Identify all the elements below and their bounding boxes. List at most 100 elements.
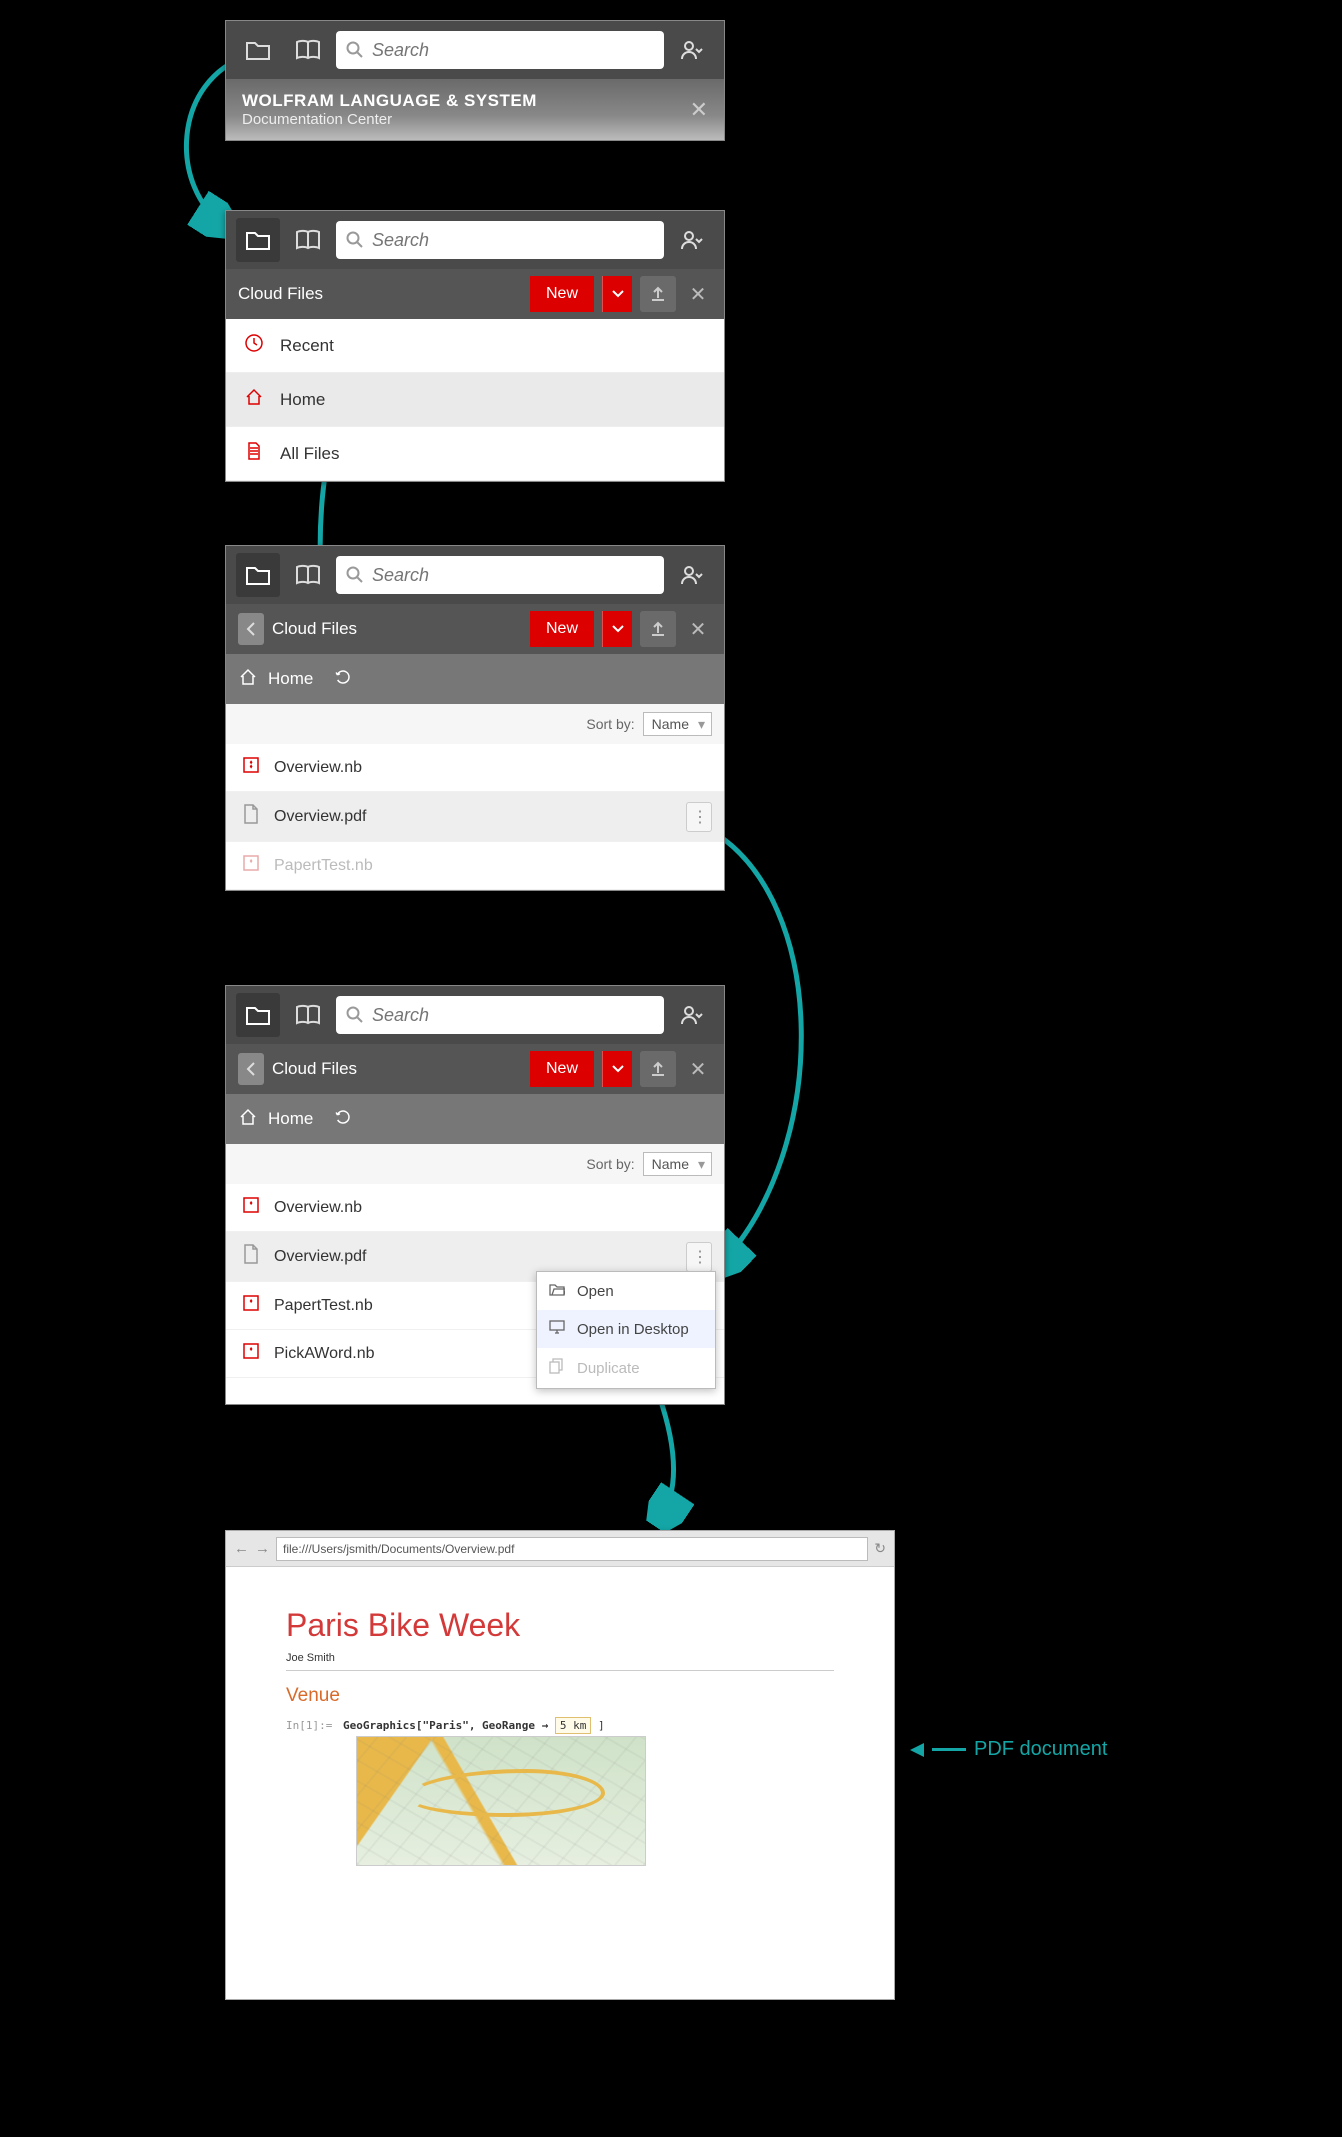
sort-bar: Sort by: Name xyxy=(226,1144,724,1184)
ctx-duplicate[interactable]: Duplicate xyxy=(537,1348,715,1388)
nav-recent[interactable]: Recent xyxy=(226,319,724,373)
upload-icon[interactable] xyxy=(640,1051,676,1087)
refresh-icon[interactable] xyxy=(333,667,353,692)
back-button[interactable] xyxy=(238,613,264,645)
file-icon xyxy=(242,1244,262,1269)
ctx-label: Open in Desktop xyxy=(577,1321,689,1338)
file-name: Overview.nb xyxy=(274,1199,362,1217)
folder-icon[interactable] xyxy=(236,218,280,262)
file-name: PapertTest.nb xyxy=(274,857,373,875)
file-row[interactable]: PapertTest.nb xyxy=(226,842,724,890)
cloud-files-header: Cloud Files New ✕ xyxy=(226,269,724,319)
search-icon xyxy=(346,1006,364,1024)
back-label[interactable]: Cloud Files xyxy=(272,1059,357,1079)
new-button[interactable]: New xyxy=(530,1051,594,1087)
folder-icon[interactable] xyxy=(236,993,280,1037)
url-text: file:///Users/jsmith/Documents/Overview.… xyxy=(283,1542,514,1556)
map-image xyxy=(356,1736,646,1866)
toolbar xyxy=(226,546,724,604)
nav-home[interactable]: Home xyxy=(226,373,724,427)
search-icon xyxy=(346,566,364,584)
ctx-open[interactable]: Open xyxy=(537,1272,715,1310)
refresh-icon[interactable]: ↻ xyxy=(874,1540,886,1557)
ctx-open-desktop[interactable]: Open in Desktop xyxy=(537,1310,715,1348)
search-input[interactable] xyxy=(372,565,654,586)
nav-label: Home xyxy=(280,390,325,410)
close-icon[interactable]: ✕ xyxy=(684,617,712,642)
home-icon xyxy=(238,1107,258,1132)
toolbar xyxy=(226,986,724,1044)
close-icon[interactable]: ✕ xyxy=(684,1057,712,1082)
doc-subtitle: Documentation Center xyxy=(242,111,708,128)
pdf-code-line: In[1]:= GeoGraphics["Paris", GeoRange → … xyxy=(286,1719,834,1732)
user-icon[interactable] xyxy=(670,553,714,597)
file-row[interactable]: Overview.nb xyxy=(226,744,724,792)
nav-all-files[interactable]: All Files xyxy=(226,427,724,481)
new-dropdown-icon[interactable] xyxy=(602,611,632,647)
notebook-icon xyxy=(242,1342,262,1365)
file-row[interactable]: Overview.nb xyxy=(226,1184,724,1232)
new-dropdown-icon[interactable] xyxy=(602,1051,632,1087)
search-box[interactable] xyxy=(336,221,664,259)
duplicate-icon xyxy=(549,1358,567,1378)
book-icon[interactable] xyxy=(286,218,330,262)
upload-icon[interactable] xyxy=(640,611,676,647)
file-icon xyxy=(242,804,262,829)
notebook-icon xyxy=(242,1294,262,1317)
search-box[interactable] xyxy=(336,31,664,69)
kebab-icon[interactable]: ⋮ xyxy=(686,802,712,832)
file-row[interactable]: Overview.pdf ⋮ xyxy=(226,792,724,842)
browser-window: ← → file:///Users/jsmith/Documents/Overv… xyxy=(225,1530,895,2000)
annotation-text: PDF document xyxy=(974,1738,1107,1761)
file-name: Overview.pdf xyxy=(274,1248,366,1266)
open-folder-icon xyxy=(549,1282,567,1300)
search-box[interactable] xyxy=(336,556,664,594)
user-icon[interactable] xyxy=(670,993,714,1037)
context-menu: Open Open in Desktop Duplicate xyxy=(536,1271,716,1389)
folder-icon[interactable] xyxy=(236,28,280,72)
close-icon[interactable]: ✕ xyxy=(690,97,708,123)
upload-icon[interactable] xyxy=(640,276,676,312)
panel-home-files: Cloud Files New ✕ Home Sort by: Name Ove… xyxy=(225,545,725,891)
file-name: PapertTest.nb xyxy=(274,1297,373,1315)
new-dropdown-icon[interactable] xyxy=(602,276,632,312)
url-bar[interactable]: file:///Users/jsmith/Documents/Overview.… xyxy=(276,1537,868,1561)
divider xyxy=(286,1670,834,1671)
back-label[interactable]: Cloud Files xyxy=(272,619,357,639)
refresh-icon[interactable] xyxy=(333,1107,353,1132)
search-input[interactable] xyxy=(372,1005,654,1026)
sort-select[interactable]: Name xyxy=(643,1152,712,1176)
nav-list: Recent Home All Files xyxy=(226,319,724,481)
book-icon[interactable] xyxy=(286,553,330,597)
user-icon[interactable] xyxy=(670,218,714,262)
home-icon xyxy=(238,667,258,692)
header-label: Cloud Files xyxy=(238,284,323,304)
folder-icon[interactable] xyxy=(236,553,280,597)
new-button[interactable]: New xyxy=(530,611,594,647)
cloud-files-header: Cloud Files New ✕ xyxy=(226,604,724,654)
notebook-icon xyxy=(242,1196,262,1219)
sort-select[interactable]: Name xyxy=(643,712,712,736)
file-name: Overview.pdf xyxy=(274,808,366,826)
book-icon[interactable] xyxy=(286,28,330,72)
close-icon[interactable]: ✕ xyxy=(684,282,712,307)
doc-banner: WOLFRAM LANGUAGE & SYSTEM Documentation … xyxy=(226,79,724,140)
forward-icon[interactable]: → xyxy=(255,1540,270,1557)
nav-label: Recent xyxy=(280,336,334,356)
browser-toolbar: ← → file:///Users/jsmith/Documents/Overv… xyxy=(226,1531,894,1567)
back-button[interactable] xyxy=(238,1053,264,1085)
back-icon[interactable]: ← xyxy=(234,1540,249,1557)
file-list: Overview.nb Overview.pdf ⋮ PapertTest.nb xyxy=(226,744,724,890)
crumb-label: Home xyxy=(268,1109,313,1129)
user-icon[interactable] xyxy=(670,28,714,72)
new-button[interactable]: New xyxy=(530,276,594,312)
notebook-icon xyxy=(242,854,262,877)
sort-label: Sort by: xyxy=(586,716,634,732)
search-box[interactable] xyxy=(336,996,664,1034)
breadcrumb: Home xyxy=(226,654,724,704)
search-input[interactable] xyxy=(372,40,654,61)
book-icon[interactable] xyxy=(286,993,330,1037)
pdf-content: Paris Bike Week Joe Smith Venue In[1]:= … xyxy=(226,1567,894,1876)
kebab-icon[interactable]: ⋮ xyxy=(686,1242,712,1272)
search-input[interactable] xyxy=(372,230,654,251)
